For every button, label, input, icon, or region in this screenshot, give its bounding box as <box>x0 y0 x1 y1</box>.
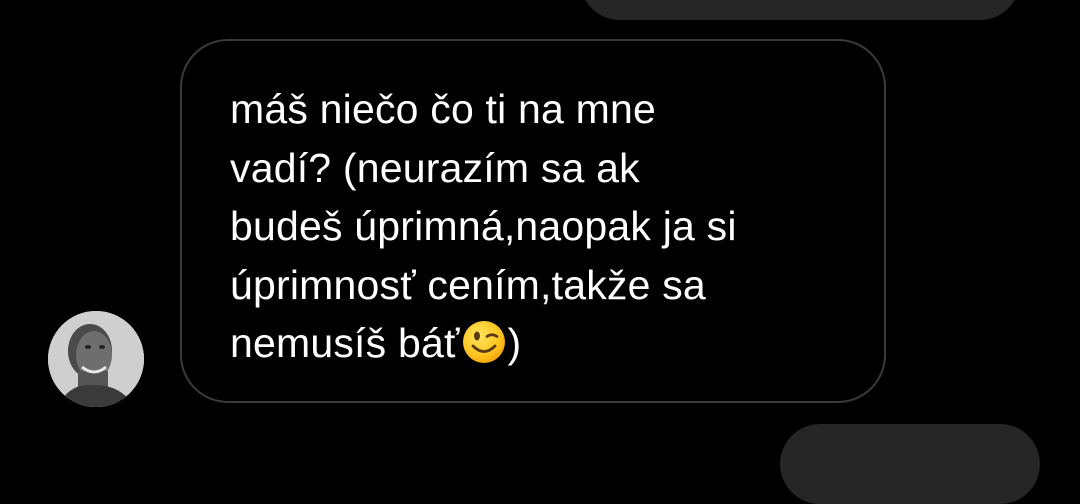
message-line: úprimnosť cením,takže sa <box>230 261 706 308</box>
winking-face-emoji-icon <box>462 321 505 363</box>
message-text: máš niečo čo ti na mne vadí? (neurazím s… <box>230 80 870 373</box>
message-line: máš niečo čo ti na mne <box>230 86 656 132</box>
avatar-profile-photo-icon <box>48 311 144 407</box>
message-line-text: nemusíš báť <box>230 320 460 366</box>
previous-message-bubble[interactable] <box>580 0 1020 20</box>
message-line-text: ) <box>507 320 522 366</box>
message-line: vadí? (neurazím sa ak <box>230 144 640 191</box>
sender-avatar[interactable] <box>48 311 144 407</box>
message-line: budeš úprimná,naopak ja si <box>230 203 737 249</box>
next-message-bubble[interactable] <box>780 424 1040 504</box>
message-line: nemusíš báť ) <box>230 314 870 373</box>
